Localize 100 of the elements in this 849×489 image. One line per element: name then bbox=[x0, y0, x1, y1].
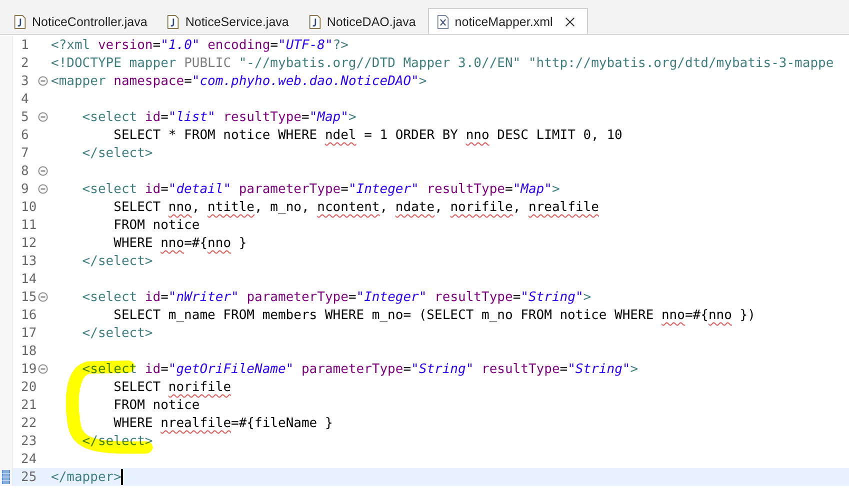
code-text: WHERE bbox=[112, 236, 154, 250]
code-text: } bbox=[238, 236, 247, 250]
code-text: = bbox=[403, 362, 412, 376]
collapse-icon[interactable] bbox=[38, 112, 48, 122]
code-text: SELECT m_name FROM members WHERE m_no= (SELECT m_no FROM notice WHERE bbox=[112, 308, 655, 322]
line-number: 20 bbox=[21, 380, 37, 394]
line-number: 17 bbox=[21, 326, 37, 340]
attribute-value: "com.phyho.web.dao.NoticeDAO" bbox=[192, 74, 419, 88]
code-text: , bbox=[192, 200, 201, 214]
line-number: 25 bbox=[21, 470, 37, 484]
line-number: 19 bbox=[21, 362, 37, 376]
current-line-marker-icon bbox=[2, 470, 10, 484]
line-number: 7 bbox=[21, 146, 30, 160]
code-text: , bbox=[512, 200, 522, 214]
misspelled-word: nrealfile bbox=[528, 200, 599, 214]
xml-tag: <select bbox=[51, 290, 145, 304]
collapse-icon[interactable] bbox=[38, 184, 48, 194]
misspelled-word: nno bbox=[708, 308, 732, 322]
attribute-value: "String" bbox=[568, 362, 630, 376]
code-text: }) bbox=[738, 308, 756, 322]
editor-tab[interactable]: noticeMapper.xml bbox=[428, 8, 588, 34]
dtd-string: "http://mybatis.org/dtd/mybatis-3-mappe bbox=[528, 56, 834, 70]
misspelled-word: nno bbox=[208, 236, 232, 250]
code-text: = bbox=[340, 182, 348, 196]
editor-tab[interactable]: NoticeController.java bbox=[6, 10, 160, 34]
attribute-name: parameterType bbox=[301, 362, 404, 376]
misspelled-word: nrealfile bbox=[160, 416, 232, 430]
code-text: = bbox=[348, 290, 356, 304]
code-text: =#{ bbox=[684, 308, 708, 322]
misspelled-word: nno bbox=[661, 308, 685, 322]
code-text: = bbox=[160, 290, 168, 304]
text-cursor bbox=[121, 469, 123, 485]
xml-file-icon bbox=[436, 14, 449, 28]
xml-tag: <select bbox=[51, 182, 145, 196]
line-number: 23 bbox=[21, 434, 37, 448]
xml-tag: ?> bbox=[332, 38, 348, 52]
java-file-icon bbox=[167, 15, 180, 29]
misspelled-word: nno bbox=[168, 200, 192, 214]
line-number: 6 bbox=[21, 128, 30, 142]
attribute-value: "Map" bbox=[309, 110, 348, 124]
editor-tab[interactable]: NoticeService.java bbox=[159, 10, 301, 34]
misspelled-word: ndate bbox=[395, 200, 435, 214]
code-text: = bbox=[160, 110, 168, 124]
line-number: 9 bbox=[21, 182, 30, 196]
attribute-name: parameterType bbox=[238, 182, 341, 196]
code-text: = 1 ORDER BY bbox=[363, 128, 459, 142]
collapse-icon[interactable] bbox=[38, 76, 48, 86]
attribute-value: "UTF-8" bbox=[278, 38, 333, 52]
xml-tag: <select bbox=[51, 110, 145, 124]
collapse-icon[interactable] bbox=[38, 166, 48, 176]
misspelled-word: ndel bbox=[324, 128, 356, 142]
code-text: = bbox=[512, 290, 521, 304]
collapse-icon[interactable] bbox=[38, 292, 48, 302]
line-number: 12 bbox=[21, 236, 37, 250]
attribute-value: "list" bbox=[168, 110, 216, 124]
line-number: 16 bbox=[21, 308, 37, 322]
attribute-name: version bbox=[98, 38, 153, 52]
xml-tag: </select> bbox=[51, 146, 153, 160]
attribute-name: id bbox=[144, 182, 161, 196]
line-number: 8 bbox=[21, 164, 30, 178]
attribute-value: "Integer" bbox=[348, 182, 420, 196]
code-text: =#{fileName } bbox=[231, 416, 333, 430]
xml-tag: > bbox=[418, 74, 427, 88]
attribute-value: "getOriFileName" bbox=[168, 362, 295, 376]
java-file-icon bbox=[14, 15, 26, 29]
attribute-name: id bbox=[144, 362, 161, 376]
line-number: 14 bbox=[21, 272, 37, 286]
collapse-icon[interactable] bbox=[38, 364, 48, 374]
code-text: = bbox=[152, 38, 161, 52]
attribute-name: id bbox=[144, 110, 161, 124]
attribute-value: "1.0" bbox=[160, 38, 201, 52]
attribute-value: "Integer" bbox=[356, 290, 428, 304]
misspelled-word: ncontent bbox=[317, 200, 380, 214]
close-icon[interactable] bbox=[564, 16, 575, 26]
java-file-icon bbox=[308, 15, 321, 29]
code-text: = bbox=[160, 182, 168, 196]
misspelled-word: norifile bbox=[450, 200, 513, 214]
code-text: =#{ bbox=[184, 236, 208, 250]
code-text: FROM notice bbox=[112, 218, 200, 232]
code-text: , bbox=[380, 200, 389, 214]
xml-tag: <mapper bbox=[51, 74, 114, 88]
code-text: SELECT * FROM notice WHERE bbox=[112, 128, 318, 142]
code-text: , bbox=[434, 200, 444, 214]
code-text: = bbox=[270, 38, 278, 52]
attribute-value: "nWriter" bbox=[168, 290, 240, 304]
xml-tag: </select> bbox=[51, 254, 153, 268]
xml-tag: > bbox=[583, 290, 592, 304]
code-text: = bbox=[184, 74, 192, 88]
line-number: 5 bbox=[21, 110, 30, 124]
code-text: = bbox=[560, 362, 568, 376]
attribute-value: "detail" bbox=[168, 182, 232, 196]
line-number: 10 bbox=[21, 200, 37, 214]
line-number: 1 bbox=[21, 38, 30, 52]
editor-tab[interactable]: NoticeDAO.java bbox=[300, 10, 428, 34]
line-number: 15 bbox=[21, 290, 37, 304]
misspelled-word: nno bbox=[466, 128, 490, 142]
attribute-value: "String" bbox=[520, 290, 584, 304]
code-text: SELECT bbox=[112, 200, 162, 214]
code-text: DESC LIMIT 0, 10 bbox=[496, 128, 622, 142]
attribute-name: resultType bbox=[482, 362, 560, 376]
